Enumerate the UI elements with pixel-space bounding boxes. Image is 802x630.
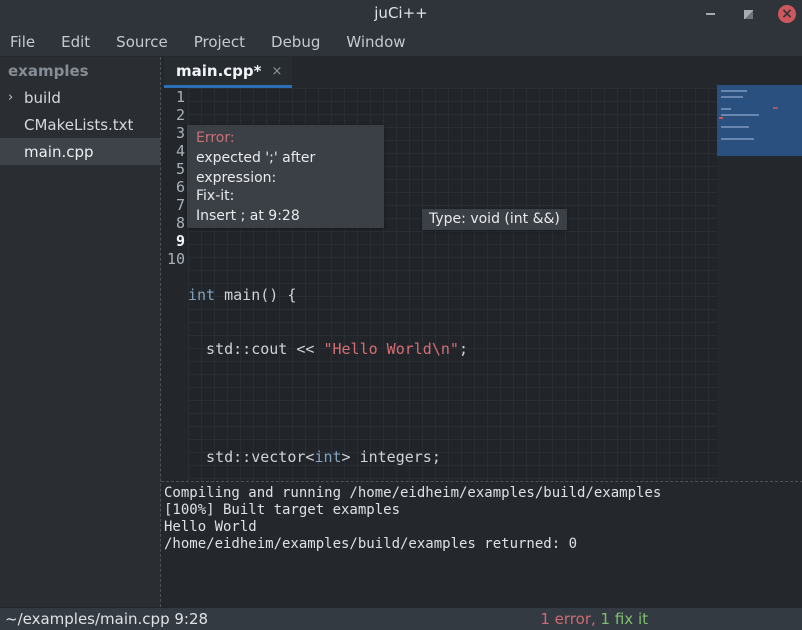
error-tooltip-message: expected ';' after expression: [196, 148, 375, 168]
file-tree-panel: examples › build CMakeLists.txt main.cpp [0, 57, 160, 607]
error-tooltip: Error: expected ';' after expression: Fi… [187, 125, 384, 228]
menu-window[interactable]: Window [346, 33, 405, 51]
code-line-5[interactable]: std::cout << "Hello World\n"; [188, 340, 717, 358]
terminal-line: Hello World [164, 519, 802, 536]
type-tooltip: Type: void (int &&) [422, 209, 567, 230]
menu-project[interactable]: Project [194, 33, 245, 51]
tab-label: main.cpp* [176, 62, 261, 80]
menubar: File Edit Source Project Debug Window [0, 28, 802, 57]
minimize-button[interactable] [702, 6, 718, 22]
code-line-6[interactable] [188, 394, 717, 412]
terminal-output[interactable]: Compiling and running /home/eidheim/exam… [161, 482, 802, 607]
line-number-gutter: 1 2 3 4 5 6 7 8 9 10 [161, 88, 188, 482]
menu-edit[interactable]: Edit [61, 33, 90, 51]
minimize-icon [706, 13, 715, 15]
close-icon: × [781, 7, 793, 21]
window-controls: × [702, 0, 796, 28]
minimap-error-mark [773, 107, 778, 109]
error-count: 1 error, [540, 610, 595, 628]
terminal-line: [100%] Built target examples [164, 502, 802, 519]
menu-file[interactable]: File [10, 33, 35, 51]
statusbar: ~/examples/main.cpp 9:28 1 error, 1 fix … [0, 607, 802, 630]
tab-maincpp[interactable]: main.cpp* × [164, 57, 292, 88]
status-diagnostics: 1 error, 1 fix it [540, 609, 648, 630]
tree-item-label: CMakeLists.txt [24, 116, 133, 134]
menu-debug[interactable]: Debug [271, 33, 320, 51]
code-line-3[interactable] [188, 232, 717, 250]
close-button[interactable]: × [778, 5, 796, 23]
menu-source[interactable]: Source [116, 33, 168, 51]
tree-item-label: build [24, 89, 61, 107]
fixit-title: Fix-it: [196, 186, 375, 206]
tree-item-maincpp[interactable]: main.cpp [0, 138, 160, 165]
terminal-line: Compiling and running /home/eidheim/exam… [164, 485, 802, 502]
error-tooltip-title: Error: [196, 128, 375, 148]
minimap-viewport[interactable] [717, 85, 802, 156]
minimap-error-mark [719, 117, 723, 119]
tree-item-cmakelists[interactable]: CMakeLists.txt [0, 111, 160, 138]
app-window: juCi++ × File Edit Source Project Debug … [0, 0, 802, 630]
terminal-line: /home/eidheim/examples/build/examples re… [164, 536, 802, 553]
tabbar: main.cpp* × [161, 57, 802, 88]
code-line-7[interactable]: std::vector<int> integers; [188, 448, 717, 466]
project-name-header: examples [0, 57, 160, 84]
minimap-strip[interactable] [717, 88, 802, 482]
titlebar[interactable]: juCi++ × [0, 0, 802, 28]
chevron-right-icon[interactable]: › [8, 90, 24, 105]
status-file-location: ~/examples/main.cpp 9:28 [5, 609, 208, 630]
tab-close-icon[interactable]: × [271, 64, 282, 79]
tree-item-build[interactable]: › build [0, 84, 160, 111]
maximize-button[interactable] [740, 6, 756, 22]
fixit-count: 1 fix it [596, 610, 648, 628]
window-title: juCi++ [0, 4, 802, 22]
code-line-4[interactable]: int main() { [188, 286, 717, 304]
tree-item-label: main.cpp [24, 143, 94, 161]
maximize-icon [744, 10, 753, 19]
fixit-message: Insert ; at 9:28 [196, 206, 375, 226]
